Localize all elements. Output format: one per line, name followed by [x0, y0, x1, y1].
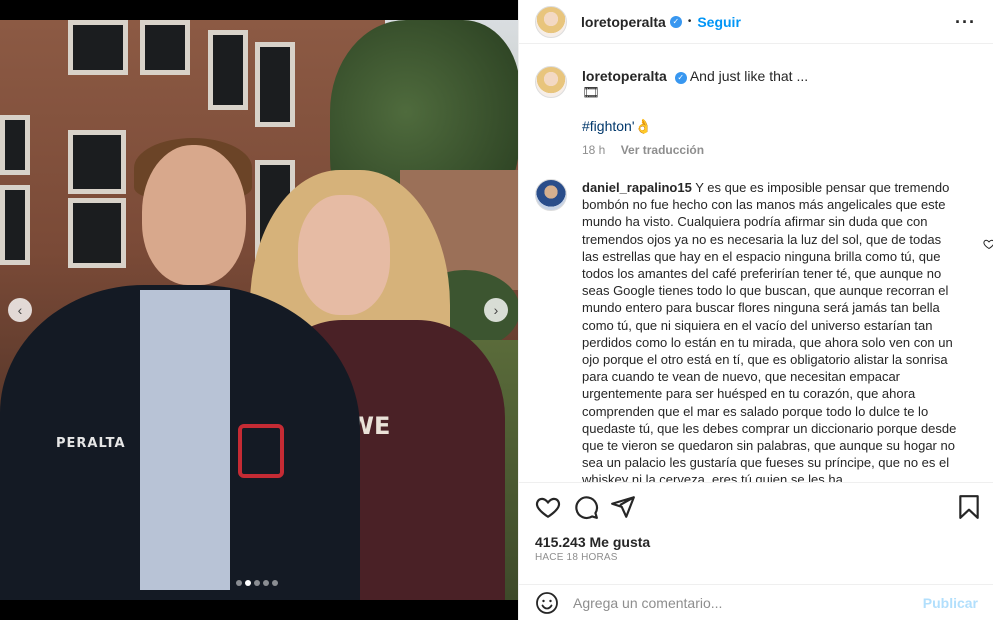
instagram-post-view: UWE PERALTA ‹ › loretoperalta ✓ •: [0, 0, 993, 620]
translate-link[interactable]: Ver traducción: [621, 143, 704, 157]
follow-button[interactable]: Seguir: [697, 14, 741, 30]
post-media: UWE PERALTA ‹ ›: [0, 0, 518, 620]
verified-badge-icon: ✓: [674, 72, 687, 84]
carousel-dot: [272, 580, 278, 586]
carousel-dot: [236, 580, 242, 586]
publish-button[interactable]: Publicar: [923, 595, 978, 611]
verified-badge-icon: ✓: [669, 15, 682, 28]
chevron-left-icon: ‹: [17, 302, 23, 318]
carousel-indicator: [236, 580, 278, 586]
comments-scroll-area[interactable]: loretoperalta ✓ And just like that ... 🎞…: [519, 52, 993, 482]
jacket-patch: [238, 424, 284, 478]
smile-icon[interactable]: [535, 591, 559, 615]
comment-input[interactable]: [573, 594, 913, 611]
chevron-right-icon: ›: [493, 302, 499, 318]
caption-hashtag[interactable]: #fightonʹ👌: [582, 118, 652, 135]
carousel-dot: [263, 580, 269, 586]
comment-text: Y es que es imposible pensar que tremend…: [582, 180, 957, 482]
send-icon[interactable]: [610, 494, 636, 520]
heart-outline-icon[interactable]: [983, 238, 993, 250]
post-photo[interactable]: UWE PERALTA: [0, 20, 518, 600]
commenter-avatar[interactable]: [535, 179, 567, 211]
post-side-panel: loretoperalta ✓ • Seguir ··· loretoperal…: [518, 0, 993, 620]
post-timestamp[interactable]: HACE 18 HORAS: [535, 552, 618, 563]
carousel-dot: [254, 580, 260, 586]
author-username[interactable]: loretoperalta: [581, 14, 666, 30]
caption-meta: 18 h Ver traducción: [582, 142, 704, 159]
author-avatar[interactable]: [535, 66, 567, 98]
more-horizontal-icon[interactable]: ···: [955, 12, 976, 33]
caption-time: 18 h: [582, 143, 606, 157]
next-photo-button[interactable]: ›: [484, 298, 508, 322]
carousel-dot-active: [245, 580, 251, 586]
caption-emoji: 🎞: [582, 84, 600, 100]
post-header: loretoperalta ✓ • Seguir ···: [519, 0, 993, 44]
previous-photo-button[interactable]: ‹: [8, 298, 32, 322]
author-avatar[interactable]: [535, 5, 567, 38]
jacket-name-tag: PERALTA: [56, 436, 126, 451]
separator-dot: •: [687, 16, 692, 27]
caption-text: And just like that ...: [689, 68, 809, 84]
heart-icon[interactable]: [535, 494, 561, 520]
commenter-username[interactable]: daniel_rapalino15: [582, 180, 692, 195]
comment-icon[interactable]: [573, 494, 599, 520]
likes-count[interactable]: 415.243 Me gusta: [535, 534, 650, 550]
caption-username[interactable]: loretoperalta: [582, 68, 667, 84]
bookmark-icon[interactable]: [956, 494, 982, 520]
comment-composer: Publicar: [519, 584, 993, 620]
divider: [519, 482, 993, 483]
